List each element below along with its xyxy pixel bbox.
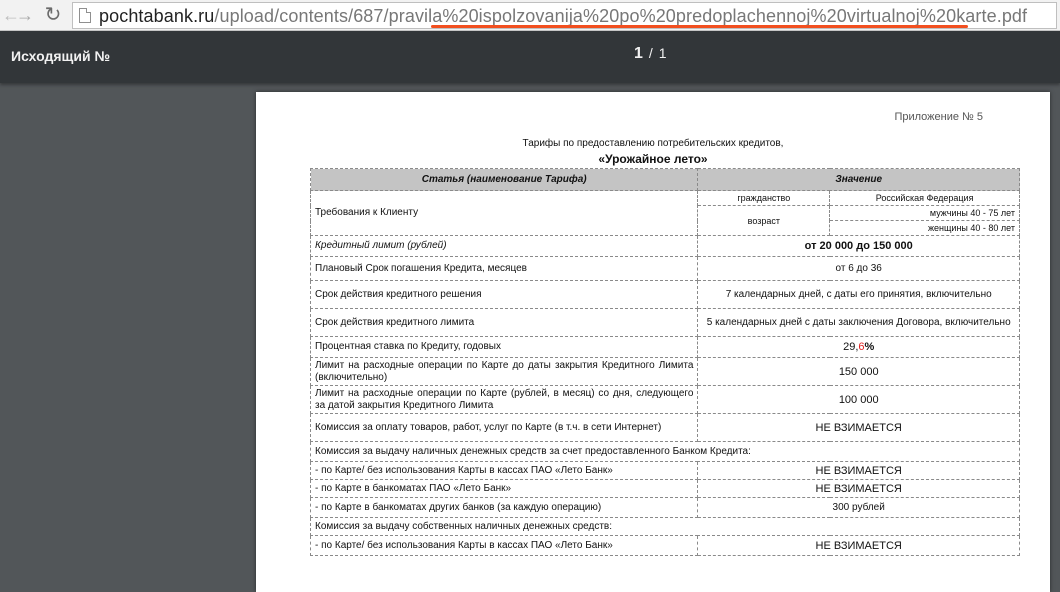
table-row: Срок действия кредитного решения 7 кален… <box>309 280 1020 309</box>
row-label: Лимит на расходные операции по Карте до … <box>309 357 699 386</box>
age-women: женщины 40 - 80 лет <box>829 220 1020 236</box>
table-row: Срок действия кредитного лимита 5 календ… <box>309 308 1020 337</box>
page-separator: / <box>648 45 653 61</box>
table-row: Процентная ставка по Кредиту, годовых 29… <box>309 336 1020 358</box>
reload-icon[interactable]: ↻ <box>42 3 64 27</box>
browser-toolbar: ← → ↻ pochtabank.ru/upload/contents/687/… <box>0 0 1060 31</box>
age-label: возраст <box>697 205 831 236</box>
pdf-viewer-toolbar: Исходящий № 1 / 1 <box>0 31 1060 83</box>
row-label: Требования к Клиенту <box>309 190 699 236</box>
pdf-page: Приложение № 5 Тарифы по предоставлению … <box>256 92 1050 592</box>
row-label: Лимит на расходные операции по Карте (ру… <box>309 385 699 414</box>
column-header: Статья (наименование Тарифа) <box>309 168 699 191</box>
url-host: pochtabank.ru <box>99 6 215 26</box>
tariff-table: Статья (наименование Тарифа) Значение Тр… <box>309 168 1020 556</box>
page-indicator: 1 / 1 <box>634 45 667 63</box>
row-value: от 20 000 до 150 000 <box>697 235 1020 257</box>
row-value: 300 рублей <box>697 497 1020 518</box>
row-label: Срок действия кредитного лимита <box>309 308 699 337</box>
row-label: Комиссия за оплату товаров, работ, услуг… <box>309 413 699 442</box>
page-icon <box>79 8 91 23</box>
forward-arrow-icon[interactable]: → <box>14 3 36 27</box>
address-bar[interactable]: pochtabank.ru/upload/contents/687/pravil… <box>72 2 1057 29</box>
row-value: 5 календарных дней с даты заключения Дог… <box>697 308 1020 337</box>
table-row: Плановый Срок погашения Кредита, месяцев… <box>309 256 1020 281</box>
table-row: - по Карте/ без использования Карты в ка… <box>309 461 1020 480</box>
row-value: 100 000 <box>697 385 1020 414</box>
document-title: Исходящий № <box>11 48 111 64</box>
row-label: - по Карте в банкоматах других банков (з… <box>309 497 699 518</box>
current-page[interactable]: 1 <box>634 45 643 62</box>
row-value: 29,6% <box>697 336 1020 358</box>
table-header-row: Статья (наименование Тарифа) Значение <box>309 168 1020 191</box>
rate-percent: % <box>864 341 875 353</box>
row-value: 150 000 <box>697 357 1020 386</box>
row-value: НЕ ВЗИМАЕТСЯ <box>697 413 1020 442</box>
total-pages: 1 <box>658 45 667 61</box>
row-value: НЕ ВЗИМАЕТСЯ <box>697 461 1020 480</box>
table-row: Требования к Клиенту гражданство Российс… <box>309 190 1020 236</box>
rate-part: 29, <box>843 341 859 353</box>
row-value: НЕ ВЗИМАЕТСЯ <box>697 535 1020 556</box>
table-row: Комиссия за оплату товаров, работ, услуг… <box>309 413 1020 442</box>
table-row: - по Карте в банкоматах ПАО «Лето Банк» … <box>309 479 1020 498</box>
table-row: Кредитный лимит (рублей) от 20 000 до 15… <box>309 235 1020 257</box>
column-header: Значение <box>697 168 1020 191</box>
citizenship-value: Российская Федерация <box>829 190 1020 206</box>
url-path: /upload/contents/687/pravila%20ispolzova… <box>214 6 1028 26</box>
document-heading: Тарифы по предоставлению потребительских… <box>522 138 784 149</box>
row-value: 7 календарных дней, с даты его принятия,… <box>697 280 1020 309</box>
table-row: Лимит на расходные операции по Карте (ру… <box>309 385 1020 414</box>
table-row: - по Карте в банкоматах других банков (з… <box>309 497 1020 518</box>
table-row: Лимит на расходные операции по Карте до … <box>309 357 1020 386</box>
table-row: Комиссия за выдачу собственных наличных … <box>310 517 1020 536</box>
row-value: НЕ ВЗИМАЕТСЯ <box>697 479 1020 498</box>
row-label: - по Карте/ без использования Карты в ка… <box>309 535 699 556</box>
appendix-label: Приложение № 5 <box>894 111 983 123</box>
url-highlight-underline <box>431 25 968 28</box>
row-label: Процентная ставка по Кредиту, годовых <box>309 336 699 358</box>
table-row: - по Карте/ без использования Карты в ка… <box>309 535 1020 556</box>
row-label: - по Карте/ без использования Карты в ка… <box>309 461 699 480</box>
section-header: Комиссия за выдачу собственных наличных … <box>310 517 1020 536</box>
row-label: - по Карте в банкоматах ПАО «Лето Банк» <box>309 479 699 498</box>
table-row: Комиссия за выдачу наличных денежных сре… <box>310 441 1020 462</box>
url-text[interactable]: pochtabank.ru/upload/contents/687/pravil… <box>99 5 1027 27</box>
row-label: Плановый Срок погашения Кредита, месяцев <box>309 256 699 281</box>
age-men: мужчины 40 - 75 лет <box>829 205 1020 221</box>
row-value: от 6 до 36 <box>697 256 1020 281</box>
row-label: Срок действия кредитного решения <box>309 280 699 309</box>
section-header: Комиссия за выдачу наличных денежных сре… <box>310 441 1020 462</box>
product-name: «Урожайное лето» <box>598 152 708 166</box>
citizenship-label: гражданство <box>697 190 831 206</box>
row-label: Кредитный лимит (рублей) <box>309 235 699 257</box>
